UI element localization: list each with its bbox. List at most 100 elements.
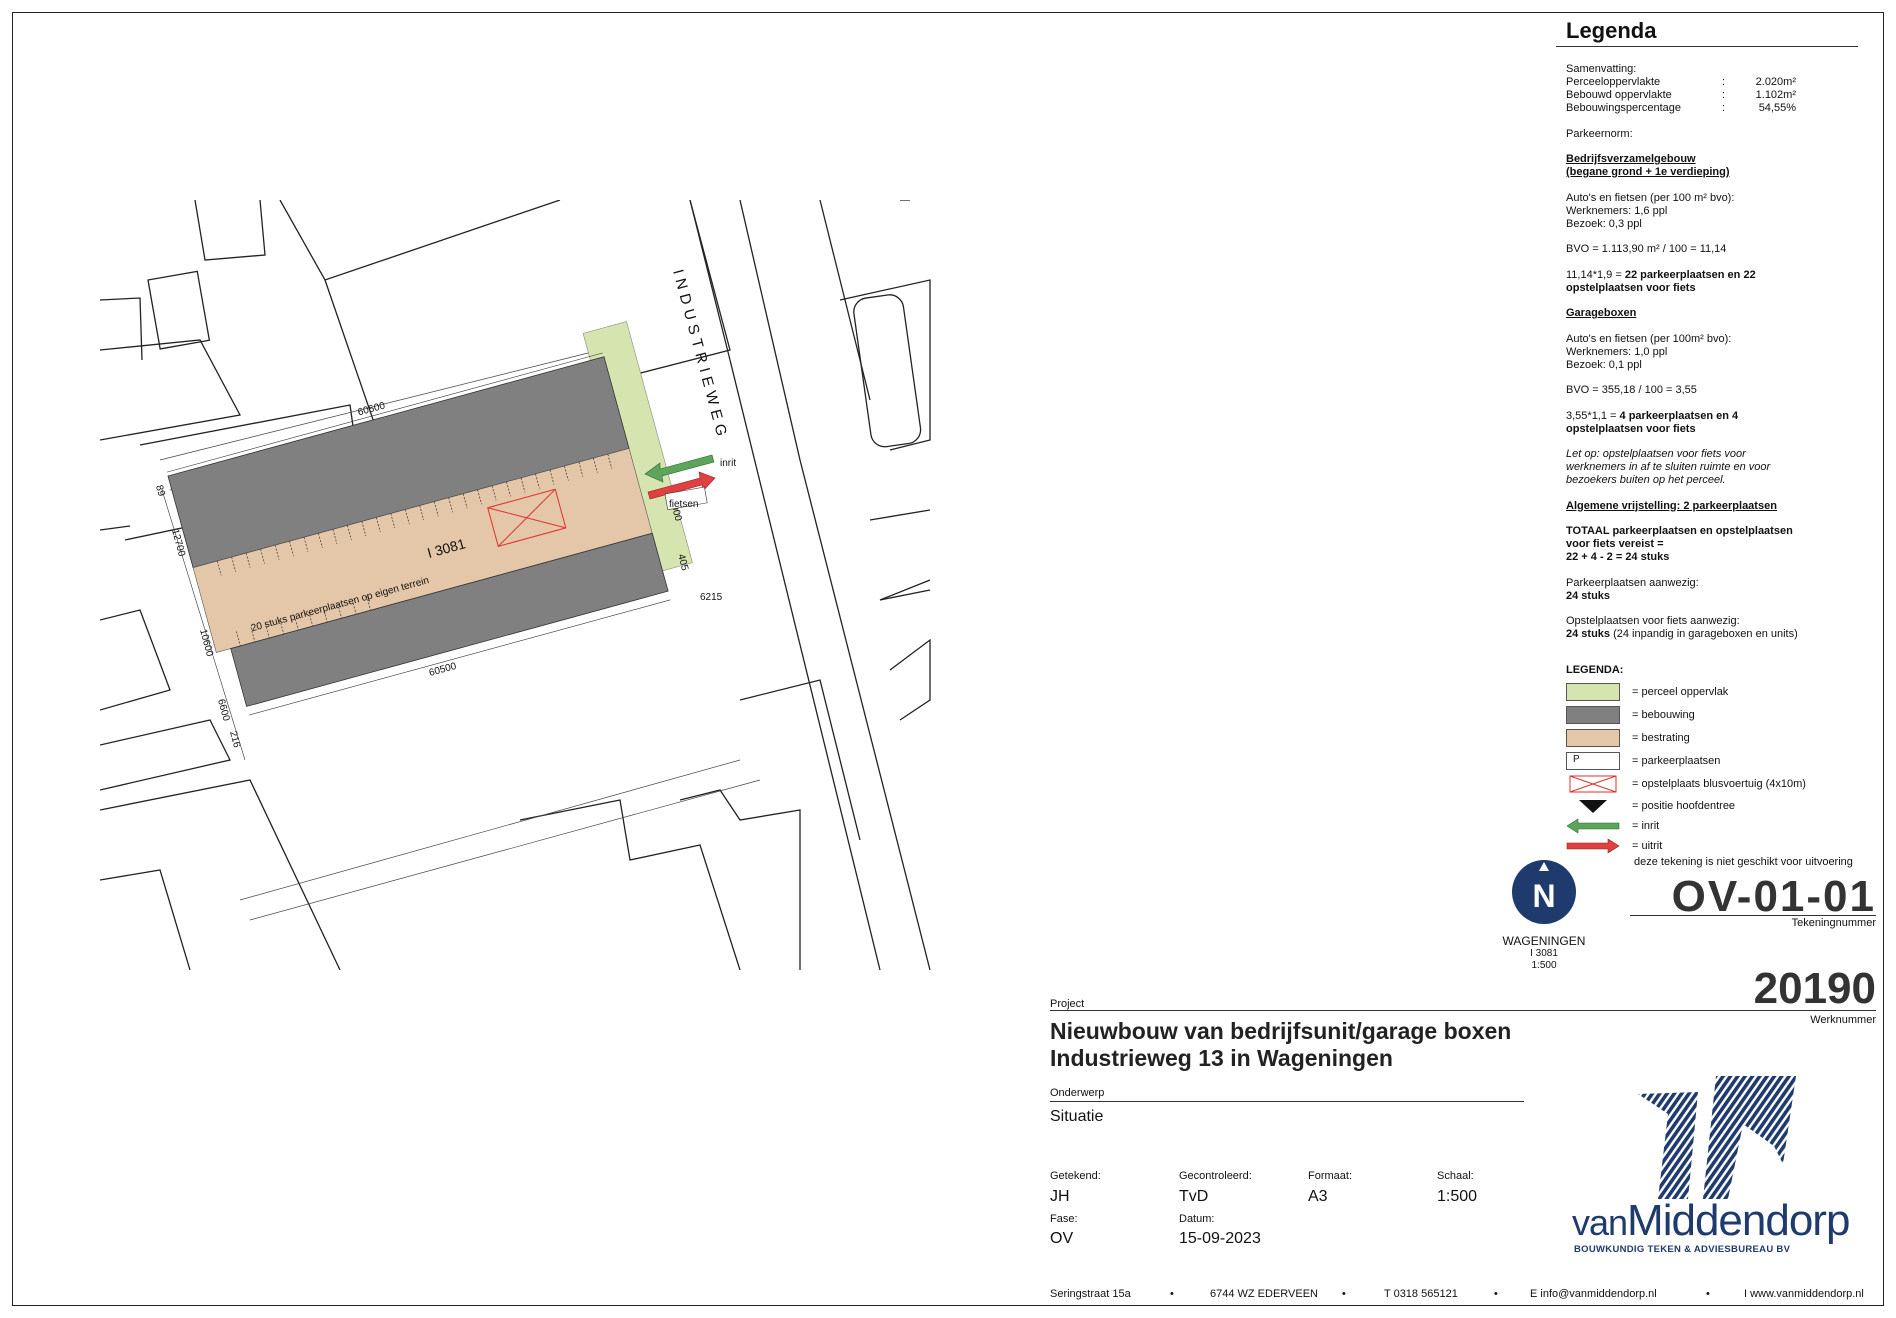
totaal-d: 22 + 4 - 2 = 24 stuks: [1566, 551, 1670, 563]
getekend-value: JH: [1050, 1188, 1070, 1205]
schaal-label: Schaal:: [1437, 1170, 1474, 1182]
s2-l3: Bezoek: 0,1 ppl: [1566, 358, 1642, 371]
dim-6600: 6600: [215, 698, 231, 723]
vrijstelling: Algemene vrijstelling: 2 parkeerplaatsen: [1566, 499, 1777, 512]
bebouwing-swatch: [1566, 706, 1620, 724]
formaat-value: A3: [1308, 1188, 1328, 1205]
legend-item-hoofdentree: = positie hoofdentree: [1566, 796, 1735, 816]
blusvoertuig-swatch: [1566, 775, 1620, 793]
s2-calc-c: opstelplaatsen voor fiets: [1566, 422, 1696, 435]
project-line-2: Industrieweg 13 in Wageningen: [1050, 1045, 1393, 1071]
legend-label-bestrating: = bestrating: [1632, 732, 1690, 744]
summary-value: 54,55%: [1758, 102, 1796, 114]
s2-bvo: BVO = 355,18 / 100 = 3,55: [1566, 384, 1697, 396]
summary-sep: :: [1722, 102, 1726, 114]
legend-label-uitrit: = uitrit: [1632, 840, 1663, 852]
onderwerp-value: Situatie: [1050, 1108, 1104, 1125]
summary-label: Samenvatting:: [1566, 63, 1637, 75]
s1-calc: 11,14*1,9 = 22 parkeerplaatsen en 22: [1566, 269, 1866, 282]
legend-item-blusvoertuig: = opstelplaats blusvoertuig (4x10m): [1566, 774, 1806, 794]
fase-value: OV: [1050, 1230, 1074, 1247]
s1-l3: Bezoek: 0,3 ppl: [1566, 217, 1642, 230]
north-lot: I 3081: [1530, 948, 1558, 959]
parking-swatch: P: [1566, 752, 1620, 770]
s1-calc-a: 11,14*1,9 =: [1566, 268, 1625, 281]
north-letter: N: [1532, 878, 1555, 914]
company-name: vanMiddendorp: [1572, 1196, 1850, 1246]
fiets-value: 24 stuks: [1566, 628, 1611, 640]
legend-item-perceel: = perceel oppervlak: [1566, 682, 1728, 702]
summary-row: Bebouwingspercentage: 54,55%: [1566, 102, 1866, 115]
s1-bvo: BVO = 1.113,90 m² / 100 = 11,14: [1566, 243, 1727, 255]
onderwerp-label: Onderwerp: [1050, 1087, 1105, 1099]
fiets-label: Opstelplaatsen voor fiets aanwezig:: [1566, 615, 1740, 627]
north-block: N WAGENINGEN I 3081 1:500: [1502, 857, 1586, 972]
s1-title-1: Bedrijfsverzamelgebouw: [1566, 153, 1696, 165]
summary-sep: :: [1722, 76, 1726, 88]
footer-sep-1: •: [1170, 1288, 1174, 1300]
summary-key: Bebouwd oppervlakte: [1566, 89, 1672, 101]
fietsen-label: fietsen: [669, 499, 698, 510]
note-3: bezoekers buiten op het perceel.: [1566, 474, 1726, 486]
summary-key: Perceeloppervlakte: [1566, 76, 1661, 88]
totaal-b: parkeerplaatsen en opstelplaatsen: [1609, 525, 1793, 537]
parkeernorm: Parkeernorm:: [1566, 127, 1633, 140]
s2-title: Garageboxen: [1566, 307, 1637, 319]
footer-address: Seringstraat 15a: [1050, 1288, 1131, 1300]
legend-symbols-head: LEGENDA:: [1566, 664, 1624, 676]
legend-item-bestrating: = bestrating: [1566, 728, 1690, 748]
s1-l2: Werknemers: 1,6 ppl: [1566, 204, 1668, 217]
legend-item-parkeerplaatsen: P = parkeerplaatsen: [1566, 751, 1720, 771]
dim-bottom: 60500: [428, 661, 458, 679]
dim-216: 216: [227, 730, 242, 749]
dim-89: 89: [153, 484, 167, 498]
footer-postcode: 6744 WZ EDERVEEN: [1210, 1288, 1319, 1300]
schaal-value: 1:500: [1437, 1188, 1478, 1205]
north-town: WAGENINGEN: [1502, 934, 1586, 948]
legend-label-blusvoertuig: = opstelplaats blusvoertuig (4x10m): [1632, 778, 1806, 790]
fiets-note: (24 inpandig in garageboxen en units): [1610, 628, 1798, 640]
footer-sep-4: •: [1706, 1288, 1710, 1300]
hoofdentree-icon: [1566, 797, 1620, 815]
legend-label-perceel: = perceel oppervlak: [1632, 686, 1729, 698]
project-title: Nieuwbouw van bedrijfsunit/garage boxen …: [1050, 1018, 1511, 1072]
s2-calc-b: 4 parkeerplaatsen en 4: [1619, 409, 1739, 422]
project-line-1: Nieuwbouw van bedrijfsunit/garage boxen: [1050, 1018, 1512, 1044]
s1-calc-b: 22 parkeerplaatsen en 22: [1624, 268, 1756, 281]
onderwerp-rule: [1050, 1101, 1524, 1102]
fase-label: Fase:: [1050, 1213, 1078, 1225]
company-name-big: Middendorp: [1627, 1196, 1850, 1245]
summary-row: Perceeloppervlakte: 2.020m²: [1566, 76, 1866, 89]
site-plan: I 3081 20 stuks parkeerplaatsen op eigen…: [100, 200, 931, 970]
s1-l1: Auto's en fietsen (per 100 m² bvo):: [1566, 191, 1735, 204]
company-name-small: van: [1572, 1202, 1628, 1243]
summary-table: Perceeloppervlakte:2.020m² Bebouwd opperv…: [1566, 76, 1866, 115]
s2-l1: Auto's en fietsen (per 100m² bvo):: [1566, 332, 1732, 345]
legend-item-uitrit: = uitrit: [1566, 836, 1662, 856]
footer-email[interactable]: E info@vanmiddendorp.nl: [1530, 1288, 1657, 1300]
footer-sep-3: •: [1494, 1288, 1498, 1300]
footer-sep-2: •: [1342, 1288, 1346, 1300]
legend-label-parkeerplaatsen: = parkeerplaatsen: [1632, 755, 1721, 767]
legend-label-hoofdentree: = positie hoofdentree: [1632, 800, 1736, 812]
north-arrow-icon: N: [1512, 860, 1576, 924]
datum-value: 15-09-2023: [1179, 1230, 1261, 1247]
footer-phone: T 0318 565121: [1384, 1288, 1458, 1300]
legend-label-inrit: = inrit: [1632, 820, 1660, 832]
summary-value: 2.020m²: [1755, 76, 1796, 88]
totaal-c: voor fiets vereist =: [1566, 538, 1664, 550]
summary-row: Bebouwd oppervlakte: 1.102m²: [1566, 89, 1866, 102]
legend-rule: [1556, 46, 1858, 47]
datum-label: Datum:: [1179, 1213, 1215, 1225]
s2-calc-a: 3,55*1,1 =: [1566, 409, 1620, 422]
werknummer: 20190: [1753, 964, 1876, 1013]
fiets-line: 24 stuks (24 inpandig in garageboxen en …: [1566, 628, 1866, 641]
company-tagline: BOUWKUNDIG TEKEN & ADVIESBUREAU BV: [1574, 1244, 1791, 1255]
footer-web[interactable]: I www.vanmiddendorp.nl: [1744, 1288, 1864, 1300]
legend-title: Legenda: [1566, 18, 1657, 43]
inrit-icon: [1566, 817, 1620, 835]
summary-key: Bebouwingspercentage: [1566, 102, 1681, 114]
totaal-line: TOTAAL parkeerplaatsen en opstelplaatsen: [1566, 525, 1866, 538]
gecontroleerd-value: TvD: [1179, 1188, 1209, 1205]
north-scale: 1:500: [1531, 960, 1557, 971]
